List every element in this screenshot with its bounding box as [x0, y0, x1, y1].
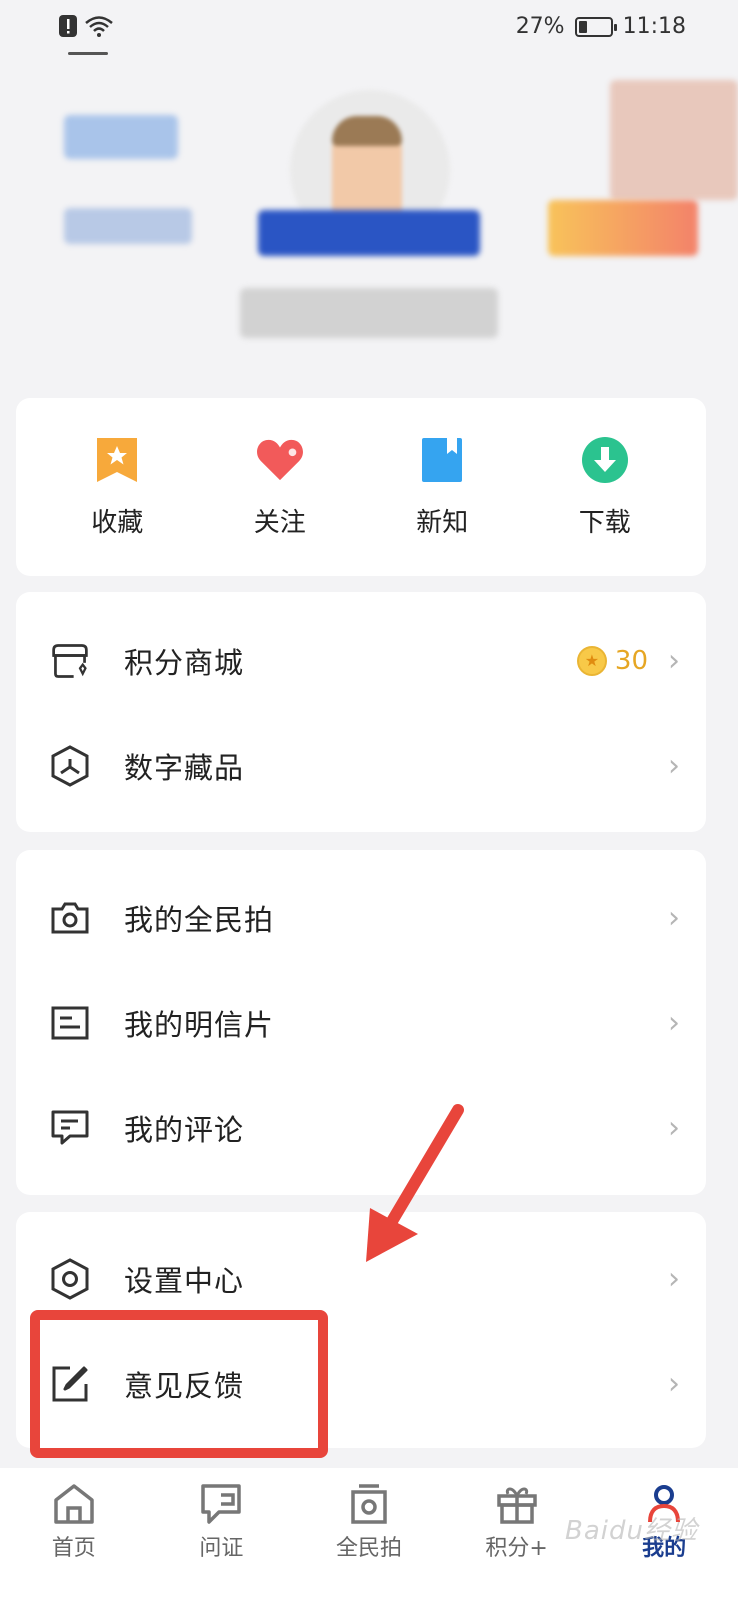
- nav-label: 首页: [51, 1536, 96, 1561]
- status-icons: [58, 14, 114, 38]
- postcard-icon: [51, 1006, 89, 1039]
- camera-box-icon: [351, 1484, 387, 1524]
- bookmark-star-icon: [97, 437, 138, 482]
- quick-action-label: 收藏: [91, 507, 144, 538]
- menu-item-my-citizen-photos[interactable]: 我的全民拍 ›: [16, 865, 706, 970]
- chevron-right-icon: ›: [668, 1005, 680, 1040]
- quick-action-download[interactable]: 下载: [535, 436, 675, 539]
- blurred-stat-1[interactable]: [64, 115, 178, 159]
- menu-item-digital-collectibles[interactable]: 数字藏品 ›: [16, 713, 706, 818]
- quick-action-label: 新知: [416, 507, 469, 538]
- home-icon: [54, 1484, 94, 1524]
- annotation-highlight-box: [30, 1310, 328, 1458]
- menu-item-label: 我的明信片: [124, 1007, 275, 1042]
- blurred-stat-2[interactable]: [64, 208, 192, 244]
- quick-action-label: 关注: [253, 507, 306, 538]
- chevron-right-icon: ›: [668, 1261, 680, 1296]
- nav-label: 问证: [199, 1536, 244, 1561]
- chevron-right-icon: ›: [668, 748, 680, 783]
- nav-points[interactable]: 积分+: [462, 1482, 572, 1562]
- shop-icon: [52, 643, 88, 678]
- alert-icon: [59, 15, 77, 37]
- points-badge: ★ 30: [576, 645, 648, 676]
- menu-item-label: 设置中心: [124, 1263, 245, 1298]
- quick-action-favorites[interactable]: 收藏: [47, 436, 187, 539]
- nav-citizen-photo[interactable]: 全民拍: [314, 1482, 424, 1562]
- wifi-icon: [85, 16, 113, 37]
- annotation-arrow: [366, 1104, 464, 1262]
- battery-fill: [578, 20, 587, 33]
- chevron-right-icon: ›: [668, 1110, 680, 1145]
- chevron-right-icon: ›: [668, 1366, 680, 1401]
- chevron-right-icon: ›: [668, 900, 680, 935]
- menu-item-label: 我的全民拍: [124, 902, 275, 937]
- chevron-right-icon: ›: [668, 643, 680, 678]
- status-right: 27% 11:18: [516, 14, 686, 39]
- nav-label: 积分+: [485, 1536, 548, 1561]
- nav-label: 全民拍: [335, 1536, 402, 1561]
- download-icon: [581, 436, 628, 483]
- status-bar: 27% 11:18: [0, 0, 738, 60]
- profile-header: [0, 60, 738, 380]
- nav-home[interactable]: 首页: [19, 1482, 129, 1562]
- blurred-user-info: [240, 288, 498, 338]
- gift-icon: [496, 1487, 537, 1524]
- heart-icon: [256, 439, 303, 480]
- quick-action-new-knowledge[interactable]: 新知: [372, 436, 512, 539]
- menu-item-label: 数字藏品: [124, 750, 245, 785]
- blurred-username: [258, 210, 480, 256]
- menu-group-1: 积分商城 ★ 30 › 数字藏品 ›: [16, 592, 706, 832]
- coin-icon: ★: [576, 645, 607, 676]
- book-icon: [422, 437, 463, 482]
- menu-item-label: 积分商城: [124, 645, 245, 680]
- question-icon: [201, 1484, 242, 1524]
- menu-item-my-postcards[interactable]: 我的明信片 ›: [16, 970, 706, 1075]
- blurred-banner-button[interactable]: [548, 200, 698, 256]
- quick-action-label: 下载: [578, 507, 631, 538]
- camera-icon: [51, 902, 89, 933]
- clock: 11:18: [622, 14, 686, 39]
- menu-item-label: 我的评论: [124, 1112, 245, 1147]
- blurred-banner-image[interactable]: [610, 80, 738, 200]
- menu-item-points-mall[interactable]: 积分商城 ★ 30 ›: [16, 608, 706, 713]
- status-underline: [68, 52, 108, 55]
- comment-icon: [51, 1110, 89, 1144]
- watermark: Baidu经验: [565, 1516, 698, 1546]
- quick-action-follow[interactable]: 关注: [210, 436, 350, 539]
- battery-percent: 27%: [515, 14, 565, 39]
- points-value: 30: [614, 645, 648, 676]
- battery-icon: [574, 16, 617, 37]
- cube-icon: [51, 744, 89, 787]
- nav-question[interactable]: 问证: [166, 1482, 276, 1562]
- quick-actions-card: 收藏 关注 新知 下载: [16, 398, 706, 576]
- settings-icon: [51, 1257, 89, 1300]
